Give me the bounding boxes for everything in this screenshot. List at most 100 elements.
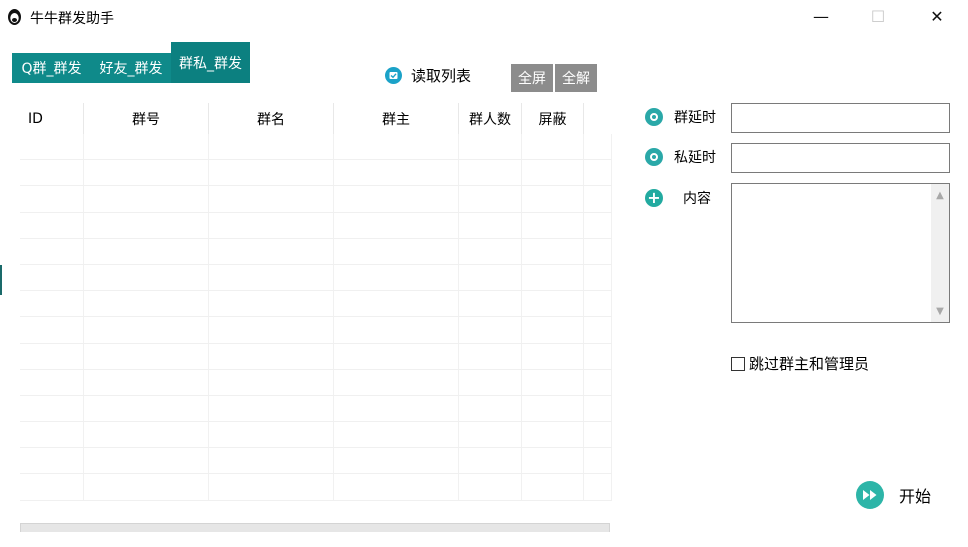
column-header-group-owner[interactable]: 群主 (334, 103, 459, 134)
table-cell (84, 212, 209, 238)
content-textarea[interactable]: ▲ ▼ (731, 183, 950, 323)
checkbox-envelope-icon (385, 66, 402, 84)
column-header-id[interactable]: ID (20, 103, 84, 134)
table-cell (209, 264, 334, 291)
close-icon: ✕ (930, 7, 944, 26)
table-cell (459, 134, 522, 160)
minimize-icon: — (813, 7, 829, 26)
table-cell (584, 212, 612, 238)
table-row[interactable] (20, 212, 612, 239)
horizontal-scrollbar[interactable] (20, 523, 610, 532)
table-cell (334, 317, 459, 343)
table-cell (209, 317, 334, 343)
table-cell (20, 474, 84, 500)
column-header-group-name[interactable]: 群名 (209, 103, 334, 134)
table-cell (459, 238, 522, 264)
table-row[interactable] (20, 186, 612, 213)
table-cell (522, 238, 584, 264)
table-cell (584, 343, 612, 369)
table-cell (209, 448, 334, 474)
skip-owner-admin-checkbox[interactable] (731, 356, 745, 371)
table-cell (209, 422, 334, 448)
radio-circle-icon (645, 108, 663, 126)
maximize-button[interactable]: ☐ (855, 0, 901, 34)
table-row[interactable] (20, 395, 612, 423)
table-cell (459, 291, 522, 317)
private-delay-input[interactable] (731, 143, 950, 173)
scroll-up-icon[interactable]: ▲ (931, 186, 949, 204)
table-cell (459, 160, 522, 186)
table-row[interactable] (20, 134, 612, 161)
table-cell (84, 160, 209, 186)
table-cell (522, 448, 584, 474)
table-cell (522, 160, 584, 186)
table-body[interactable] (20, 134, 612, 522)
table-row[interactable] (20, 160, 612, 187)
table-cell (459, 474, 522, 500)
table-cell (522, 291, 584, 317)
unlock-all-button[interactable]: 全解 (555, 64, 597, 92)
table-cell (20, 422, 84, 448)
start-button[interactable]: 开始 (856, 481, 931, 509)
table-cell (522, 212, 584, 238)
table-row[interactable] (20, 291, 612, 318)
table-cell (209, 395, 334, 422)
table-cell (459, 186, 522, 212)
skip-owner-admin-option[interactable]: 跳过群主和管理员 (731, 353, 869, 374)
table-row[interactable] (20, 422, 612, 449)
table-cell (84, 317, 209, 343)
table-cell (20, 212, 84, 238)
table-row[interactable] (20, 369, 612, 396)
table-cell (522, 264, 584, 291)
scroll-down-icon[interactable]: ▼ (931, 302, 949, 320)
table-cell (584, 395, 612, 422)
group-delay-input[interactable] (731, 103, 950, 133)
start-label: 开始 (899, 487, 932, 506)
window-title: 牛牛群发助手 (30, 11, 114, 27)
table-cell (584, 369, 612, 395)
maximize-icon: ☐ (870, 7, 886, 26)
table-cell (584, 317, 612, 343)
group-table[interactable]: ID 群号 群名 群主 群人数 屏蔽 (20, 103, 612, 532)
app-logo-icon (8, 9, 21, 25)
table-cell (334, 186, 459, 212)
column-header-block[interactable]: 屏蔽 (522, 103, 584, 134)
group-delay-label: 群延时 (674, 110, 716, 126)
tab-group-private-send[interactable]: 群私_群发 (171, 42, 250, 83)
close-button[interactable]: ✕ (914, 0, 960, 34)
edge-marker (0, 265, 2, 295)
column-header-group-number[interactable]: 群号 (84, 103, 209, 134)
table-cell (584, 474, 612, 500)
table-row[interactable] (20, 474, 612, 501)
table-cell (459, 395, 522, 422)
private-delay-row: 私延时 (645, 147, 716, 167)
table-cell (522, 343, 584, 369)
minimize-button[interactable]: — (798, 0, 844, 34)
table-cell (84, 422, 209, 448)
title-bar: 牛牛群发助手 — ☐ ✕ (0, 0, 968, 34)
table-row[interactable] (20, 448, 612, 475)
vertical-scrollbar[interactable]: ▲ ▼ (931, 184, 949, 322)
table-cell (20, 395, 84, 422)
tab-q-group-send[interactable]: Q群_群发 (12, 53, 91, 83)
fullscreen-button[interactable]: 全屏 (511, 64, 553, 92)
table-cell (459, 264, 522, 291)
table-row[interactable] (20, 238, 612, 265)
table-cell (584, 134, 612, 160)
table-cell (459, 317, 522, 343)
table-cell (20, 134, 84, 160)
read-list-button[interactable]: 读取列表 (385, 64, 471, 86)
tab-friend-send[interactable]: 好友_群发 (91, 53, 171, 83)
fast-forward-icon (856, 481, 884, 509)
table-cell (84, 448, 209, 474)
table-cell (209, 474, 334, 500)
table-cell (522, 474, 584, 500)
table-cell (84, 343, 209, 369)
table-cell (20, 238, 84, 264)
table-row[interactable] (20, 317, 612, 344)
table-row[interactable] (20, 343, 612, 370)
table-row[interactable] (20, 264, 612, 292)
plus-circle-icon[interactable]: + (645, 189, 663, 207)
table-cell (522, 369, 584, 395)
column-header-member-count[interactable]: 群人数 (459, 103, 522, 134)
